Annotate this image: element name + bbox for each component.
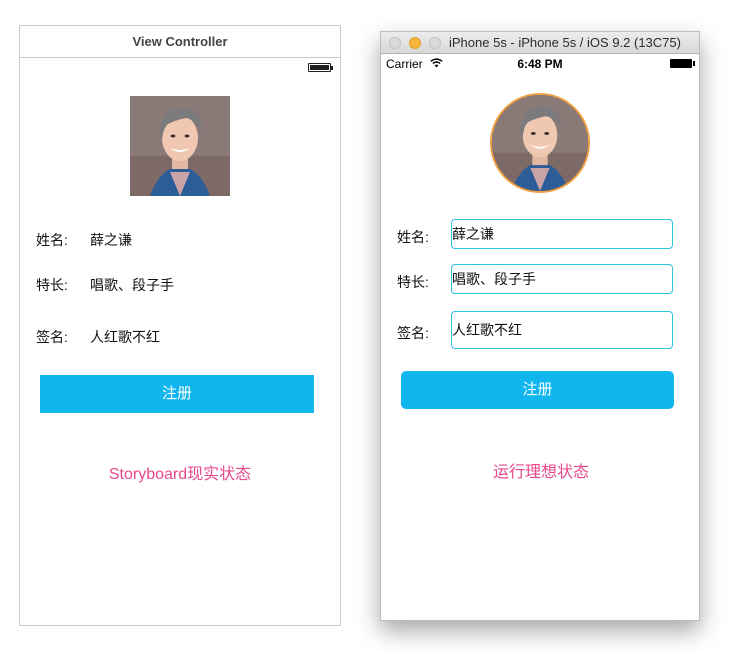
close-button[interactable] — [389, 37, 401, 49]
simulator-window: iPhone 5s - iPhone 5s / iOS 9.2 (13C75) … — [380, 31, 700, 621]
view-controller-title: View Controller — [20, 26, 340, 58]
specialty-value: 唱歌、段子手 — [90, 277, 174, 293]
register-button[interactable]: 注册 — [40, 375, 314, 413]
simulator-caption: 运行理想状态 — [492, 464, 589, 481]
minimize-button[interactable] — [409, 37, 421, 49]
avatar-image — [130, 96, 230, 196]
signature-row: 签名: 人红歌不红 — [36, 327, 160, 347]
status-time: 6:48 PM — [517, 57, 563, 71]
window-titlebar: iPhone 5s - iPhone 5s / iOS 9.2 (13C75) — [381, 32, 699, 54]
register-button[interactable]: 注册 — [401, 371, 674, 409]
status-bar: Carrier 6:48 PM — [381, 54, 699, 74]
window-title: iPhone 5s - iPhone 5s / iOS 9.2 (13C75) — [449, 35, 681, 50]
battery-icon — [308, 63, 333, 72]
specialty-label: 特长: — [397, 274, 429, 290]
storyboard-scene: View Controller 姓名: 薛之谦 特长: 唱歌、段子手 签名: 人红歌不… — [19, 25, 341, 626]
name-field[interactable]: 薛之谦 — [451, 219, 673, 249]
signature-label: 签名: — [36, 329, 68, 345]
signature-label: 签名: — [397, 325, 429, 341]
name-label: 姓名: — [397, 229, 429, 245]
name-row: 姓名: 薛之谦 — [36, 230, 132, 250]
storyboard-caption: Storyboard现实状态 — [108, 466, 252, 483]
specialty-label: 特长: — [36, 277, 68, 293]
name-label: 姓名: — [36, 232, 68, 248]
signature-field[interactable]: 人红歌不红 — [451, 311, 673, 349]
battery-icon — [670, 59, 695, 68]
avatar-image — [490, 93, 590, 193]
specialty-row: 特长: 唱歌、段子手 — [36, 275, 174, 295]
specialty-field[interactable]: 唱歌、段子手 — [451, 264, 673, 294]
signature-value: 人红歌不红 — [90, 329, 160, 345]
zoom-button[interactable] — [429, 37, 441, 49]
name-value: 薛之谦 — [90, 232, 132, 248]
